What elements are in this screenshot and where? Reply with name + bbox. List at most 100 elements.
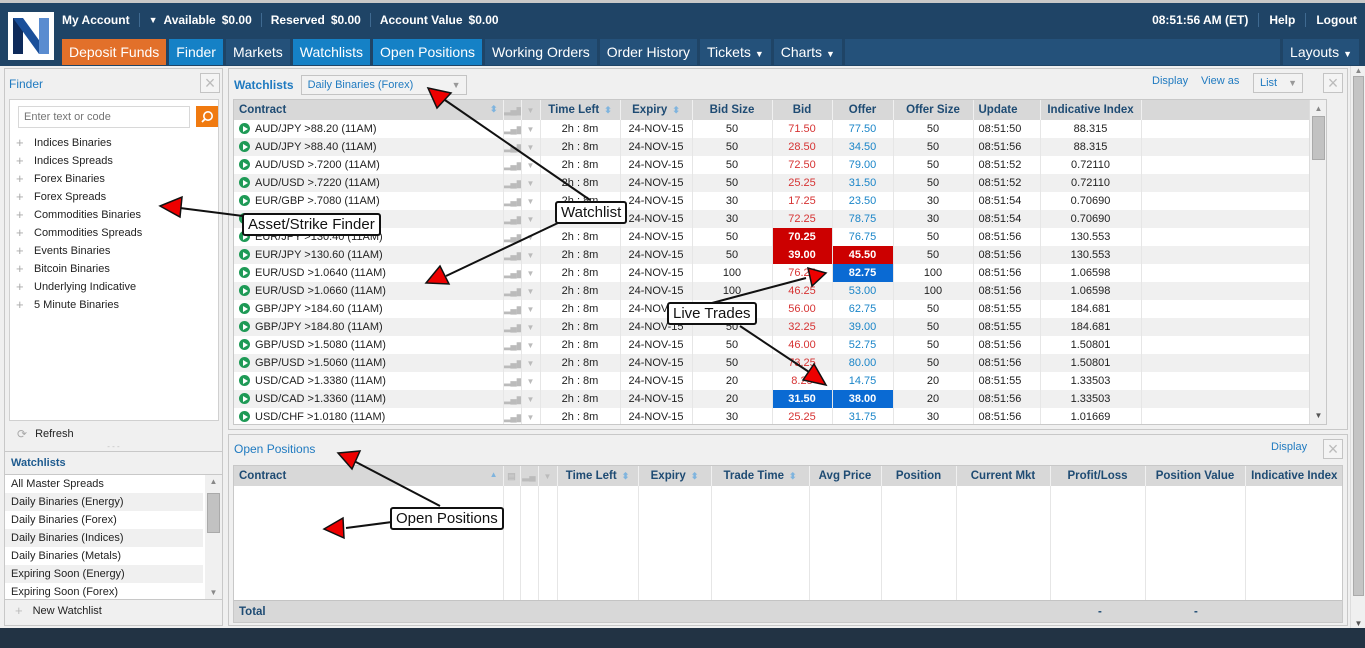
watchlist-row[interactable]: AUD/USD >.7220 (11AM) ▂▄▆ ▼ 2h : 8m24-NOV-1… [234, 174, 1310, 192]
page-scrollbar[interactable]: ▲ ▼ [1350, 66, 1365, 628]
scroll-thumb[interactable] [1312, 116, 1325, 160]
finder-search-button[interactable] [196, 106, 218, 127]
offer-cell[interactable]: 34.50 [832, 138, 894, 156]
scroll-down-icon[interactable]: ▼ [1351, 619, 1365, 628]
watchlist-row[interactable]: USD/CAD >1.3360 (11AM) ▂▄▆ ▼ 2h : 8m24-NOV-… [234, 390, 1310, 408]
watchlist-row[interactable]: GBP/USD >1.5060 (11AM) ▂▄▆ ▼ 2h : 8m24-NOV-… [234, 354, 1310, 372]
col-chart[interactable]: ▂▄▆ [503, 100, 522, 120]
chevron-down-icon[interactable]: ▼ [527, 341, 535, 350]
contract-cell[interactable]: AUD/JPY >88.40 (11AM) [234, 138, 504, 156]
watchlist-row[interactable]: EUR/JPY >130.40 (11AM)▂▄▆▼2h : 8m24-NOV-… [234, 228, 1310, 246]
watchlist-item[interactable]: All Master Spreads [5, 475, 203, 493]
bid-cell[interactable]: 70.25 [772, 228, 833, 246]
expand-icon[interactable]: + [16, 188, 34, 206]
col-position[interactable]: Position [881, 466, 957, 486]
chevron-down-icon[interactable]: ▼ [527, 305, 535, 314]
chart-cell[interactable]: ▂▄▆ [503, 138, 522, 156]
watchlist-item[interactable]: Daily Binaries (Energy) [5, 493, 203, 511]
chart-cell[interactable]: ▂▄▆ [503, 228, 522, 246]
expand-icon[interactable]: + [16, 206, 34, 224]
tree-item[interactable]: + Indices Spreads [16, 152, 142, 170]
col-chart[interactable]: ▂▄ [520, 466, 539, 486]
bid-cell[interactable]: 56.00 [772, 300, 833, 318]
bar-chart-icon[interactable]: ▂▄▆ [504, 250, 521, 260]
bid-cell[interactable]: 72.50 [772, 156, 833, 174]
open-positions-display-link[interactable]: Display [1271, 441, 1307, 453]
bid-cell[interactable]: 25.25 [772, 174, 833, 192]
bar-chart-icon[interactable]: ▂▄▆ [504, 340, 521, 350]
offer-cell[interactable]: 31.75 [832, 408, 894, 424]
menu-cell[interactable]: ▼ [521, 120, 541, 138]
offer-cell[interactable]: 62.75 [832, 300, 894, 318]
contract-cell[interactable]: EUR/GBP >.7080 (11AM) [234, 192, 504, 210]
bid-cell[interactable]: 39.00 [772, 246, 833, 264]
col-expiry[interactable]: Expiry ⬍ [638, 466, 712, 486]
tab-markets[interactable]: Markets [225, 39, 290, 65]
offer-cell[interactable]: 77.50 [832, 120, 894, 138]
refresh-button[interactable]: ⟳ Refresh [9, 425, 74, 443]
bar-chart-icon[interactable]: ▂▄▆ [504, 268, 521, 278]
col-trade-time[interactable]: Trade Time ⬍ [711, 466, 810, 486]
chart-cell[interactable]: ▂▄▆ [503, 372, 522, 390]
sort-icon[interactable]: ⬍ [622, 471, 630, 481]
bid-cell[interactable]: 28.50 [772, 138, 833, 156]
chevron-down-icon[interactable]: ▼ [527, 215, 535, 224]
play-icon[interactable] [239, 141, 250, 152]
play-icon[interactable] [239, 339, 250, 350]
tab-tickets[interactable]: Tickets ▼ [700, 39, 771, 65]
expand-icon[interactable]: + [16, 278, 34, 296]
tree-item[interactable]: + Commodities Spreads [16, 224, 142, 242]
offer-cell[interactable]: 76.75 [832, 228, 894, 246]
play-icon[interactable] [239, 249, 250, 260]
watchlist-item[interactable]: Expiring Soon (Energy) [5, 565, 203, 583]
tab-watchlists[interactable]: Watchlists [292, 39, 371, 65]
col-offer[interactable]: Offer [832, 100, 894, 120]
bar-chart-icon[interactable]: ▂▄▆ [504, 286, 521, 296]
chart-cell[interactable]: ▂▄▆ [503, 300, 522, 318]
tree-item[interactable]: + Events Binaries [16, 242, 142, 260]
play-icon[interactable] [239, 411, 250, 422]
col-profit-loss[interactable]: Profit/Loss [1050, 466, 1146, 486]
play-icon[interactable] [239, 375, 250, 386]
tab-working-orders[interactable]: Working Orders [485, 39, 597, 65]
watchlist-row[interactable]: EUR/USD >1.0640 (11AM) ▂▄▆ ▼ 2h : 8m24-NOV-… [234, 264, 1310, 282]
bar-chart-icon[interactable]: ▂▄▆ [504, 304, 521, 314]
menu-cell[interactable]: ▼ [521, 210, 541, 228]
menu-cell[interactable]: ▼ [521, 372, 541, 390]
menu-cell[interactable]: ▼ [521, 354, 541, 372]
offer-cell[interactable]: 23.50 [832, 192, 894, 210]
bar-chart-icon[interactable]: ▂▄▆ [504, 322, 521, 332]
chart-cell[interactable]: ▂▄▆ [503, 354, 522, 372]
tree-item[interactable]: + Forex Binaries [16, 170, 142, 188]
offer-cell[interactable]: 52.75 [832, 336, 894, 354]
offer-cell[interactable]: 78.75 [832, 210, 894, 228]
menu-cell[interactable]: ▼ [521, 156, 541, 174]
bid-cell[interactable]: 72.25 [772, 210, 833, 228]
chevron-down-icon[interactable]: ▼ [527, 287, 535, 296]
chevron-down-icon[interactable]: ▼ [527, 269, 535, 278]
bid-cell[interactable]: 32.25 [772, 318, 833, 336]
chevron-down-icon[interactable]: ▼ [527, 125, 535, 134]
help-link[interactable]: Help [1269, 13, 1295, 27]
contract-cell[interactable]: EUR/USD >1.0640 (11AM) [234, 264, 504, 282]
watchlist-row[interactable]: GBP/USD >1.5080 (11AM) ▂▄▆ ▼ 2h : 8m24-NOV-… [234, 336, 1310, 354]
chart-cell[interactable]: ▂▄▆ [503, 156, 522, 174]
offer-cell[interactable]: 39.00 [832, 318, 894, 336]
offer-cell[interactable]: 79.00 [832, 156, 894, 174]
bid-cell[interactable]: 31.50 [772, 390, 833, 408]
menu-cell[interactable]: ▼ [521, 336, 541, 354]
bid-cell[interactable]: 71.50 [772, 120, 833, 138]
menu-cell[interactable]: ▼ [521, 264, 541, 282]
bar-chart-icon[interactable]: ▂▄▆ [504, 394, 521, 404]
tab-charts[interactable]: Charts ▼ [773, 39, 842, 65]
bar-chart-icon[interactable]: ▂▄▆ [504, 232, 521, 242]
offer-cell[interactable]: 14.75 [832, 372, 894, 390]
tree-item[interactable]: +5 Minute Binaries [16, 296, 142, 314]
my-account-link[interactable]: My Account [62, 13, 130, 27]
col-avg-price[interactable]: Avg Price [809, 466, 882, 486]
bar-chart-icon[interactable]: ▂▄▆ [504, 160, 521, 170]
chevron-down-icon[interactable]: ▼ [527, 233, 535, 242]
watchlist-row[interactable]: AUD/JPY >88.20 (11AM) ▂▄▆ ▼ 2h : 8m24-NOV-1… [234, 120, 1310, 138]
menu-cell[interactable]: ▼ [521, 138, 541, 156]
watchlist-row[interactable]: EUR/GBP >.7080 (11AM)▂▄▆▼2h : 8m24-NOV-1… [234, 192, 1310, 210]
